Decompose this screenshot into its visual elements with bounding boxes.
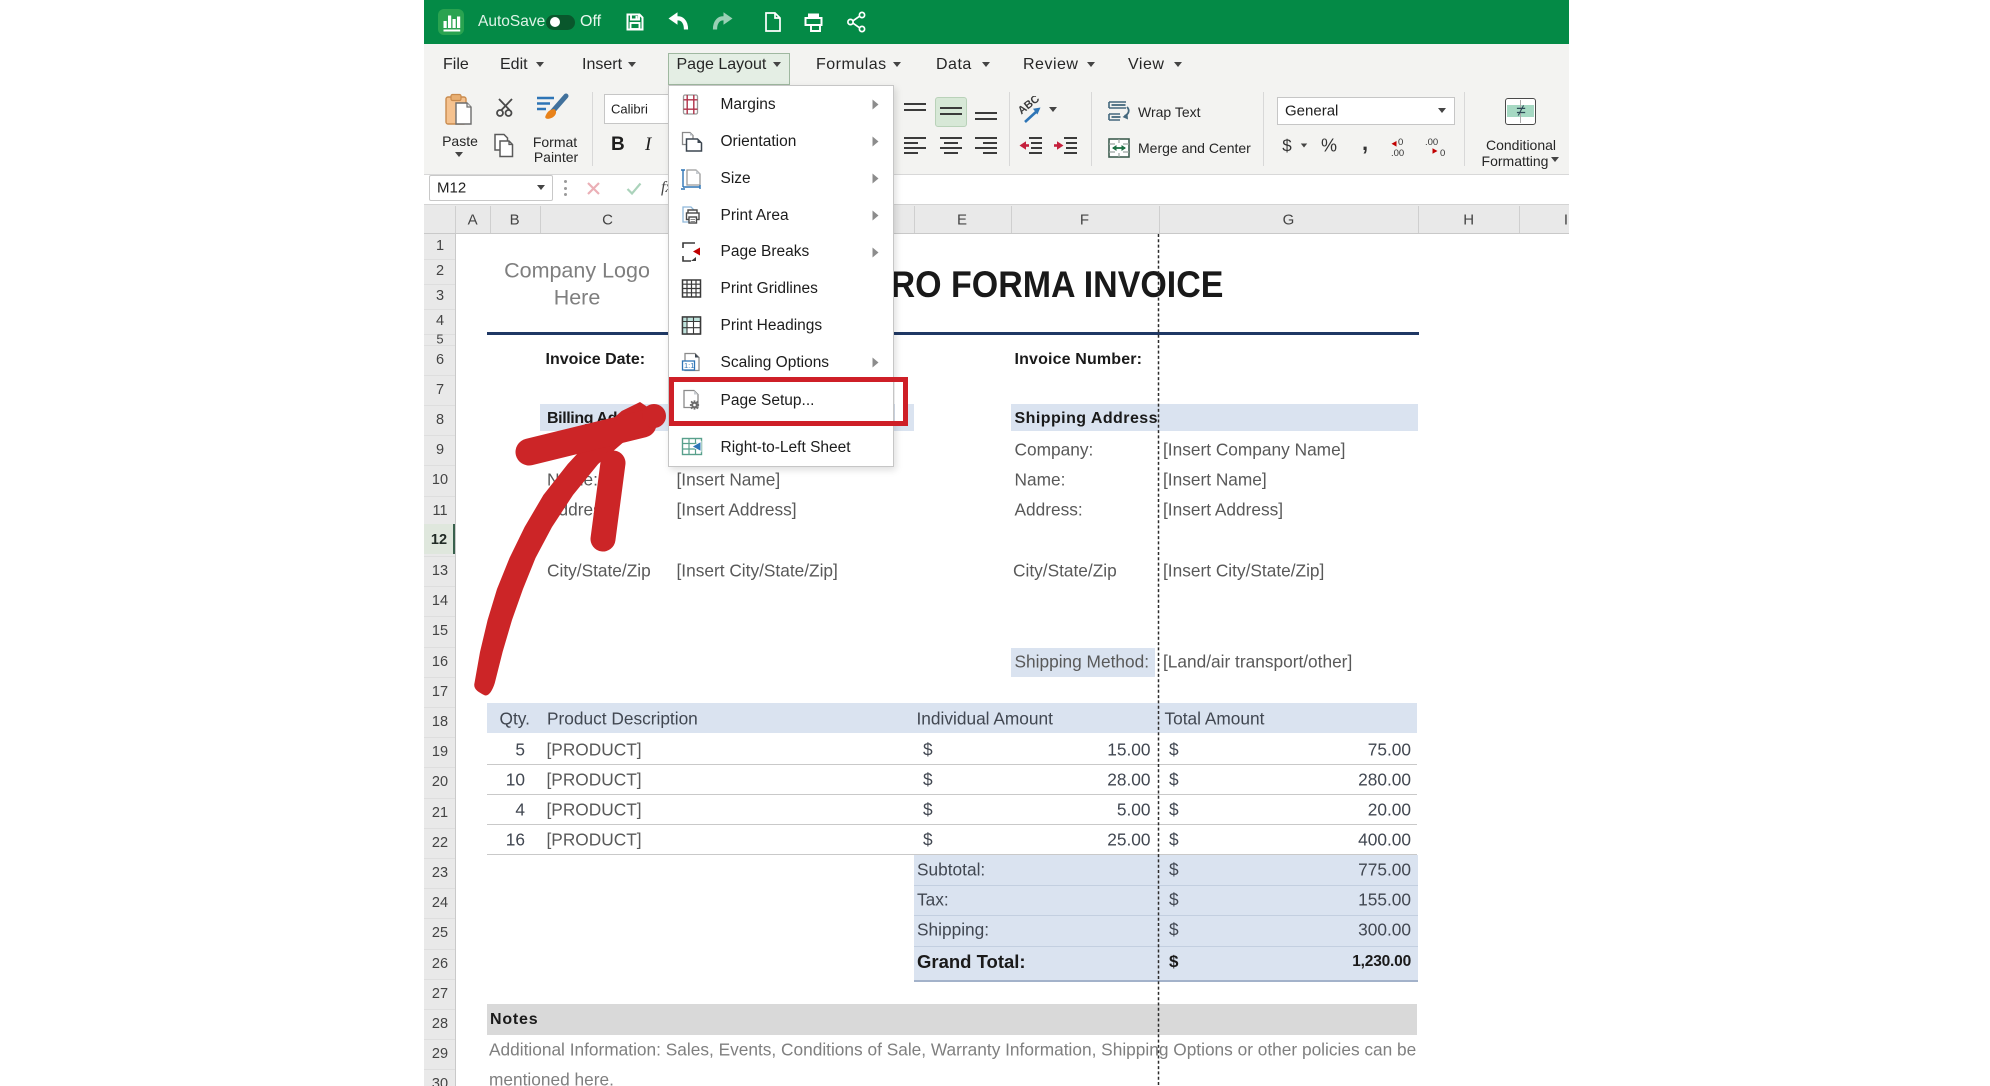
svg-text:ABC: ABC: [1018, 96, 1042, 117]
svg-text:0: 0: [1440, 148, 1445, 158]
svg-text:.00: .00: [1425, 137, 1438, 148]
svg-text:0: 0: [1398, 137, 1403, 148]
svg-text:.00: .00: [1391, 148, 1404, 158]
svg-text:1:1: 1:1: [684, 361, 694, 370]
